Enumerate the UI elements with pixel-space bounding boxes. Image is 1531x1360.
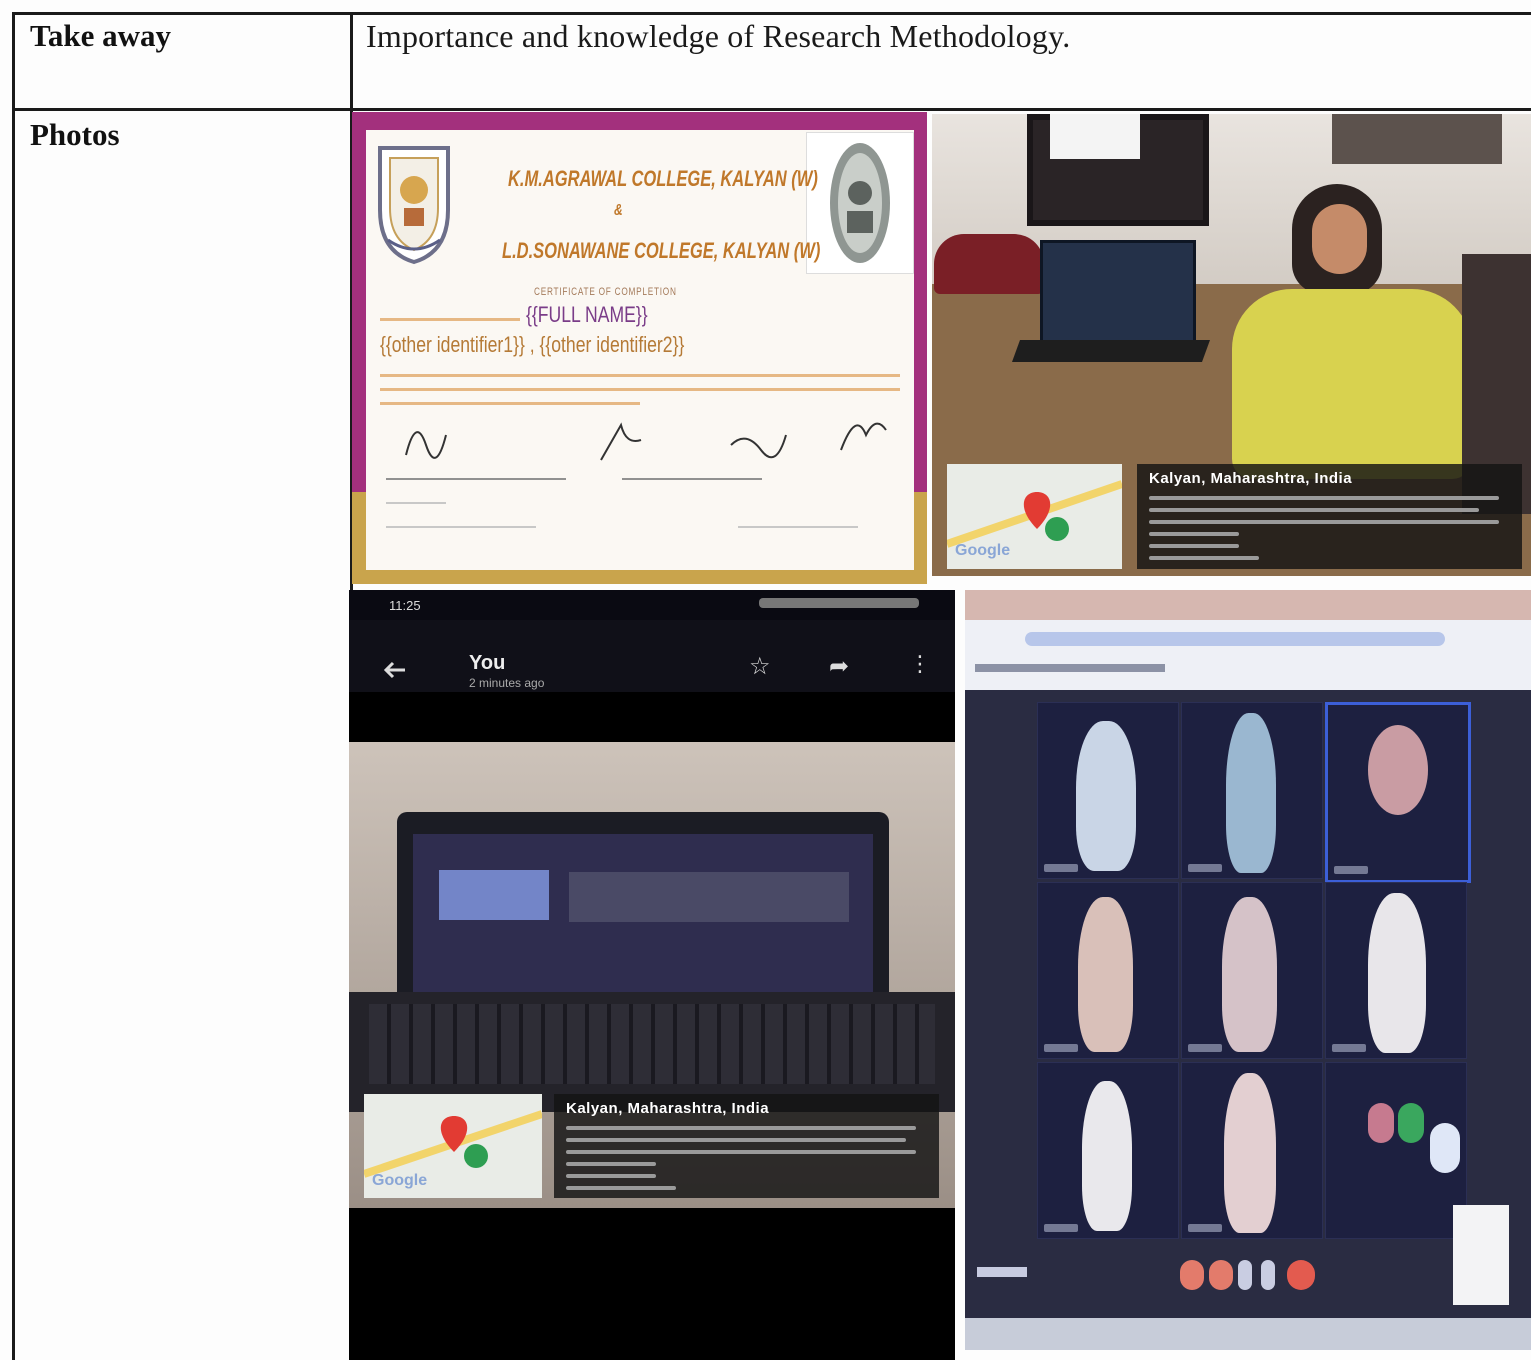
shape xyxy=(439,870,549,920)
phone-screenshot: 11:25 You 2 minutes ago ☆ ➦ ⋮ Google Kal… xyxy=(349,590,955,1360)
shape xyxy=(569,872,849,922)
geo-line xyxy=(1149,496,1499,500)
status-time: 11:25 xyxy=(389,598,421,613)
geotag-location: Kalyan, Maharashtra, India xyxy=(566,1100,770,1117)
shape xyxy=(1430,1123,1460,1173)
text-line xyxy=(386,526,536,528)
shape xyxy=(1398,1103,1424,1143)
end-call-button[interactable] xyxy=(1287,1260,1315,1290)
teacher-laptop-photo: Google Kalyan, Maharashtra, India xyxy=(932,114,1531,576)
geo-line xyxy=(566,1162,656,1166)
share-icon[interactable]: ➦ xyxy=(829,652,849,680)
shape xyxy=(1011,340,1211,362)
shape xyxy=(1312,204,1367,274)
participant-tile xyxy=(1181,702,1323,879)
geo-line xyxy=(1149,544,1239,548)
raise-hand-button[interactable] xyxy=(1261,1260,1275,1290)
takeaway-text: Importance and knowledge of Research Met… xyxy=(366,18,1071,54)
geotag-location: Kalyan, Maharashtra, India xyxy=(1149,470,1353,487)
text-line xyxy=(738,526,858,528)
more-icon[interactable]: ⋮ xyxy=(909,652,931,677)
text-line xyxy=(380,388,900,391)
map-brand: Google xyxy=(955,542,1011,559)
text-line xyxy=(622,478,762,480)
geo-line xyxy=(566,1174,656,1178)
taskbar xyxy=(965,1318,1531,1350)
mic-button[interactable] xyxy=(1180,1260,1204,1290)
shape xyxy=(369,1004,935,1084)
text-line xyxy=(380,318,520,321)
participant-tile xyxy=(1181,882,1323,1059)
takeaway-label: Take away xyxy=(30,18,171,53)
shape xyxy=(1025,632,1445,646)
geo-line xyxy=(566,1138,906,1142)
table-row-divider xyxy=(12,108,1531,111)
participant-tile xyxy=(1037,1062,1179,1239)
present-button[interactable] xyxy=(1238,1260,1252,1290)
participant-tile xyxy=(1325,882,1467,1059)
chair xyxy=(934,234,1044,294)
laptop-meeting-photo: Google Kalyan, Maharashtra, India xyxy=(349,742,955,1208)
shape xyxy=(977,1267,1027,1277)
certificate-paper: K.M.AGRAWAL COLLEGE, KALYAN (W) & L.D.SO… xyxy=(366,130,914,570)
identifier-field: {{other identifier1}} , {{other identifi… xyxy=(380,332,685,357)
participant-tile xyxy=(1181,1062,1323,1239)
text-line xyxy=(380,374,900,377)
camera-button[interactable] xyxy=(1209,1260,1233,1290)
certificate-photo: K.M.AGRAWAL COLLEGE, KALYAN (W) & L.D.SO… xyxy=(352,112,927,584)
text-line xyxy=(386,502,446,504)
shape xyxy=(1332,114,1502,164)
shape xyxy=(1050,114,1140,159)
geo-line xyxy=(566,1126,916,1130)
geotag-card-2: Kalyan, Maharashtra, India xyxy=(554,1094,939,1198)
document-page: Take away Importance and knowledge of Re… xyxy=(0,0,1531,1360)
geo-line xyxy=(1149,556,1259,560)
geotag-map: Google xyxy=(947,464,1122,569)
app-bar: You 2 minutes ago ☆ ➦ ⋮ xyxy=(349,620,955,692)
emblem-icon xyxy=(830,143,890,263)
back-arrow-icon[interactable] xyxy=(383,660,407,680)
participant-grid xyxy=(1037,702,1471,1242)
geotag-card: Kalyan, Maharashtra, India xyxy=(1137,464,1522,569)
college-connector: & xyxy=(614,202,623,219)
call-controls xyxy=(965,1205,1531,1315)
participant-tile xyxy=(1037,882,1179,1059)
geotag-map-2: Google xyxy=(364,1094,542,1198)
participant-tile xyxy=(1037,702,1179,879)
recipient-name-field: {{FULL NAME}} xyxy=(526,302,648,327)
shape xyxy=(1368,1103,1394,1143)
table-left-border xyxy=(12,12,15,1360)
map-brand: Google xyxy=(372,1172,428,1189)
shape xyxy=(1453,1205,1509,1305)
college-name-2: L.D.SONAWANE COLLEGE, KALYAN (W) xyxy=(502,238,821,263)
table-top-border xyxy=(12,12,1531,15)
video-call-screenshot xyxy=(965,590,1531,1350)
geo-line xyxy=(1149,508,1479,512)
college-name-1: K.M.AGRAWAL COLLEGE, KALYAN (W) xyxy=(508,166,818,191)
geo-line xyxy=(1149,520,1499,524)
star-icon[interactable]: ☆ xyxy=(749,652,771,680)
browser-tabs xyxy=(965,590,1531,620)
shape xyxy=(975,664,1165,672)
status-bar: 11:25 xyxy=(349,590,955,620)
participant-tile-active xyxy=(1325,702,1471,883)
geo-line xyxy=(1149,532,1239,536)
media-subtitle: 2 minutes ago xyxy=(469,676,545,690)
geo-line xyxy=(566,1150,916,1154)
status-icons xyxy=(759,598,919,608)
browser-toolbar xyxy=(965,620,1531,690)
laptop xyxy=(1040,240,1196,346)
text-line xyxy=(386,478,566,480)
photos-label: Photos xyxy=(30,117,120,152)
college-seal-icon xyxy=(378,146,450,265)
emblem-frame xyxy=(806,132,914,274)
certificate-heading: CERTIFICATE OF COMPLETION xyxy=(534,286,677,298)
shape xyxy=(1232,289,1472,479)
participant-tile xyxy=(1325,1062,1467,1239)
signature-marks xyxy=(405,422,887,461)
media-title: You xyxy=(469,652,506,674)
geo-line xyxy=(566,1186,676,1190)
